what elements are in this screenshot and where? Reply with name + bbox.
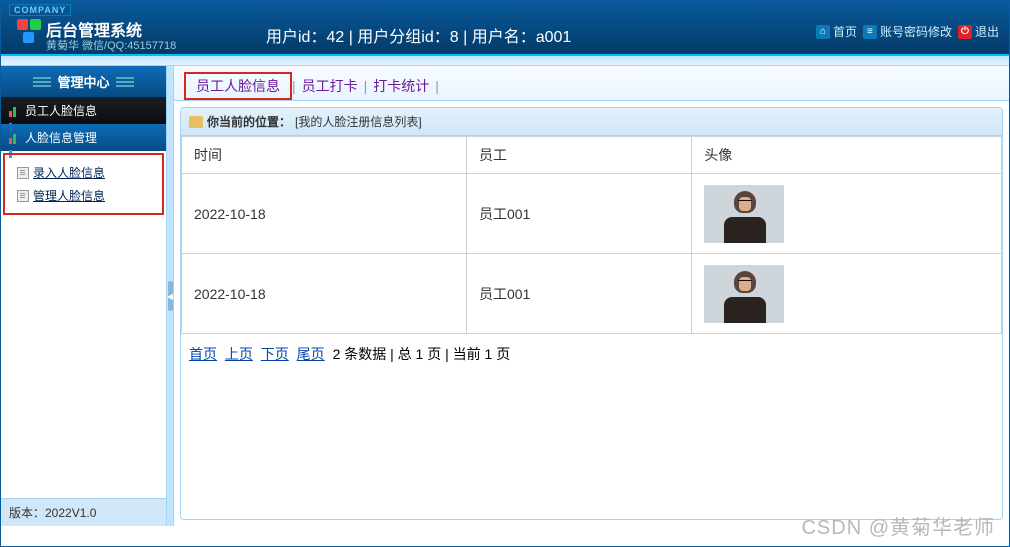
pwd-label: 账号密码修改 (880, 23, 952, 40)
version-label: 版本：2022V1.0 (1, 498, 166, 526)
pager: 首页 上页 下页 尾页 2 条数据 | 总 1 页 | 当前 1 页 (181, 334, 1002, 374)
folder-icon (189, 116, 203, 128)
sidebar: 管理中心 员工人脸信息 人脸信息管理 录入人脸信息 管理人脸信息 版本：2022… (1, 66, 167, 526)
data-table: 时间 员工 头像 2022-10-18 员工001 2022-10-18 (181, 136, 1002, 334)
cell-time: 2022-10-18 (182, 254, 467, 334)
sidebar-links: 录入人脸信息 管理人脸信息 (3, 153, 164, 215)
cell-avatar (692, 254, 1002, 334)
home-icon: ⌂ (816, 25, 830, 39)
col-avatar: 头像 (692, 137, 1002, 174)
breadcrumb: 你当前的位置： [我的人脸注册信息列表] (181, 108, 1002, 136)
cell-employee: 员工001 (467, 254, 692, 334)
pager-last[interactable]: 尾页 (297, 346, 325, 362)
pager-info: 2 条数据 | 总 1 页 | 当前 1 页 (333, 346, 511, 362)
breadcrumb-value: [我的人脸注册信息列表] (295, 113, 422, 130)
main-panel: 员工人脸信息 | 员工打卡 | 打卡统计 | 你当前的位置： [我的人脸注册信息… (174, 66, 1009, 526)
sidebar-link-manage-face[interactable]: 管理人脸信息 (9, 184, 158, 207)
table-row: 2022-10-18 员工001 (182, 254, 1002, 334)
logout-link[interactable]: ⏻退出 (958, 23, 999, 40)
change-password-link[interactable]: ≡账号密码修改 (863, 23, 952, 40)
col-employee: 员工 (467, 137, 692, 174)
page-icon (17, 167, 29, 179)
cell-time: 2022-10-18 (182, 174, 467, 254)
sidebar-link-add-face[interactable]: 录入人脸信息 (9, 161, 158, 184)
home-link[interactable]: ⌂首页 (816, 23, 857, 40)
pager-prev[interactable]: 上页 (225, 346, 253, 362)
tab-stats[interactable]: 打卡统计 (367, 72, 435, 100)
tab-bar: 员工人脸信息 | 员工打卡 | 打卡统计 | (174, 66, 1009, 101)
breadcrumb-label: 你当前的位置： (207, 113, 291, 130)
company-tag: COMPANY (9, 4, 71, 16)
sidebar-subgroup[interactable]: 人脸信息管理 (1, 124, 166, 151)
col-time: 时间 (182, 137, 467, 174)
user-info: 用户id：42 | 用户分组id：8 | 用户名：a001 (266, 23, 571, 47)
page-icon (17, 190, 29, 202)
tab-face-info[interactable]: 员工人脸信息 (190, 74, 286, 98)
sub-bar (1, 56, 1009, 66)
app-subtitle: 黄菊华 微信/QQ:45157718 (46, 37, 176, 53)
top-actions: ⌂首页 ≡账号密码修改 ⏻退出 (816, 23, 999, 40)
logout-label: 退出 (975, 23, 999, 40)
sidebar-header: 管理中心 (1, 66, 166, 97)
cell-avatar (692, 174, 1002, 254)
table-header-row: 时间 员工 头像 (182, 137, 1002, 174)
sidebar-drag-handle[interactable]: ◀ (167, 66, 174, 526)
list-icon: ≡ (863, 25, 877, 39)
table-row: 2022-10-18 员工001 (182, 174, 1002, 254)
sidebar-group[interactable]: 员工人脸信息 (1, 97, 166, 124)
avatar-image (704, 265, 784, 323)
bars-icon (9, 106, 19, 116)
content-panel: 你当前的位置： [我的人脸注册信息列表] 时间 员工 头像 2022-10-18 (180, 107, 1003, 520)
power-icon: ⏻ (958, 25, 972, 39)
pager-first[interactable]: 首页 (189, 346, 217, 362)
cell-employee: 员工001 (467, 174, 692, 254)
logo-icon (17, 19, 41, 43)
pager-next[interactable]: 下页 (261, 346, 289, 362)
avatar-image (704, 185, 784, 243)
home-label: 首页 (833, 23, 857, 40)
tab-active-highlight: 员工人脸信息 (184, 72, 292, 100)
top-bar: COMPANY 后台管理系统 黄菊华 微信/QQ:45157718 用户id：4… (1, 1, 1009, 56)
bars-icon (9, 133, 19, 143)
tab-checkin[interactable]: 员工打卡 (296, 72, 364, 100)
